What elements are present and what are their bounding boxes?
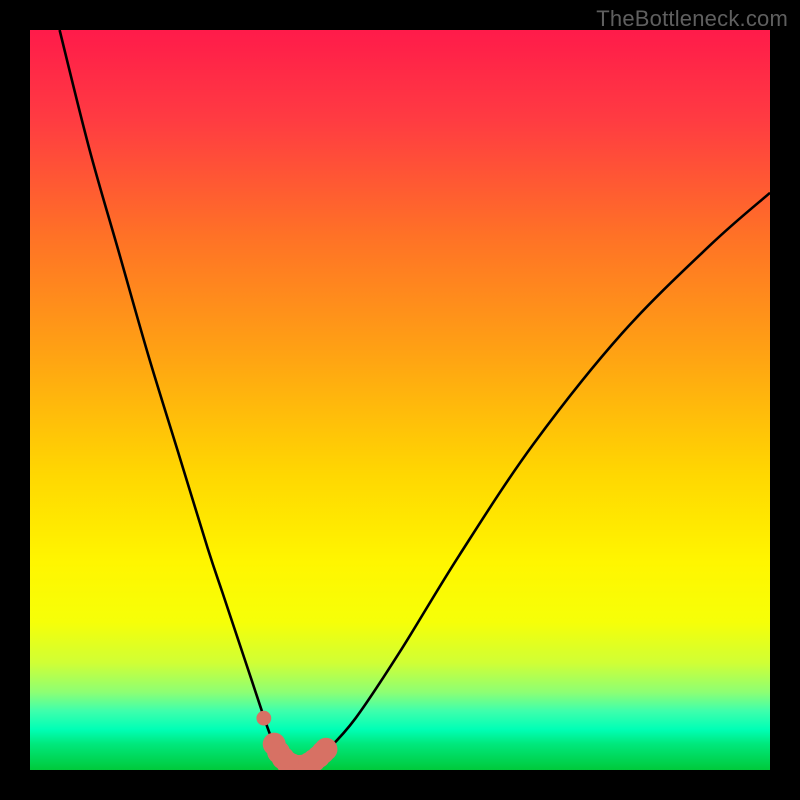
optimal-marker — [315, 738, 338, 761]
plot-area — [30, 30, 770, 770]
optimal-range-markers — [263, 733, 338, 770]
curve-path — [60, 30, 770, 767]
isolated-marker — [256, 711, 271, 726]
watermark-text: TheBottleneck.com — [596, 6, 788, 32]
bottleneck-curve — [30, 30, 770, 770]
